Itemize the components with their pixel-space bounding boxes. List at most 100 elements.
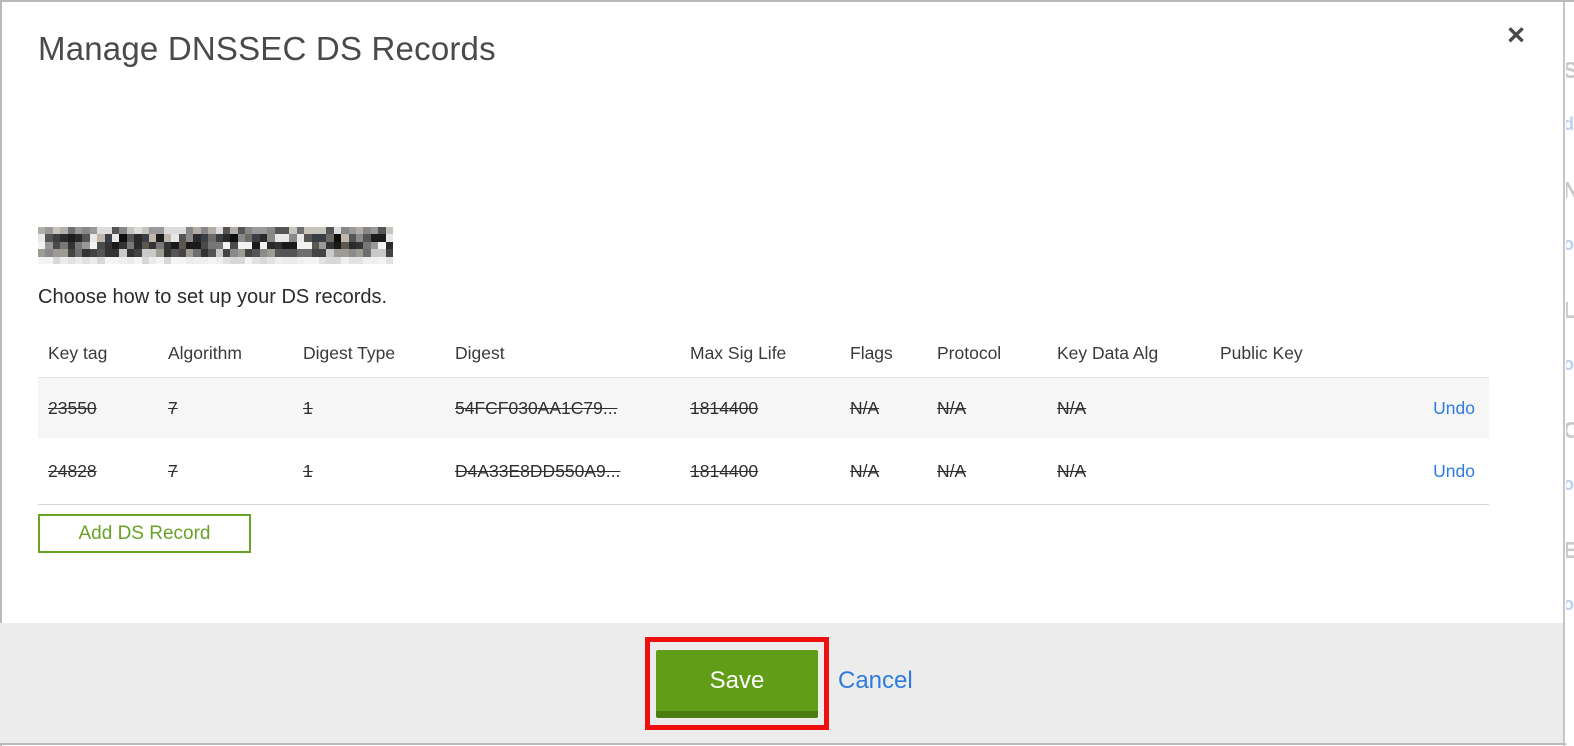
redaction-pixel: [363, 241, 371, 250]
redaction-pixel: [97, 227, 105, 235]
ds-records-table: Key tag Algorithm Digest Type Digest Max…: [38, 330, 1489, 505]
cell-key-tag: 24828: [48, 460, 97, 481]
redaction-pixel: [215, 256, 223, 264]
cell-max-sig-life: 1814400: [690, 397, 759, 418]
red-highlight-annotation: [645, 637, 829, 730]
page-border-bottom: [0, 743, 1566, 745]
redaction-pixel: [319, 241, 327, 250]
cell-flags: N/A: [850, 397, 880, 418]
redaction-pixel: [363, 227, 371, 235]
redaction-pixel: [89, 256, 98, 264]
table-row: 23550 7 1 54FCF030AA1C79... 1814400 N/A …: [38, 377, 1489, 438]
redaction-pixel: [45, 249, 53, 257]
redaction-pixel: [163, 241, 172, 250]
redaction-pixel: [171, 256, 179, 264]
cell-digest: 54FCF030AA1C79...: [455, 397, 618, 418]
redaction-pixel: [230, 241, 238, 250]
column-header-digest: Digest: [455, 343, 505, 363]
redaction-pixel: [385, 234, 393, 242]
redaction-pixel: [171, 241, 179, 250]
redaction-pixel: [326, 227, 334, 235]
redaction-pixel: [104, 249, 112, 257]
redaction-pixel: [156, 227, 164, 235]
redaction-pixel: [156, 234, 164, 242]
redaction-pixel: [52, 241, 61, 250]
cell-algorithm: 7: [168, 397, 178, 418]
undo-link[interactable]: Undo: [1433, 461, 1475, 481]
redaction-pixel: [348, 256, 357, 264]
redaction-pixel: [193, 256, 201, 264]
redaction-pixel: [208, 249, 216, 257]
redaction-pixel: [163, 227, 172, 235]
redaction-pixel: [245, 234, 253, 242]
redaction-pixel: [378, 249, 386, 257]
redaction-pixel: [363, 249, 371, 257]
redaction-pixel: [148, 249, 157, 257]
redaction-pixel: [289, 234, 297, 242]
redaction-pixel: [52, 249, 61, 257]
background-letter: o: [1566, 474, 1574, 494]
redaction-pixel: [74, 234, 83, 242]
undo-link[interactable]: Undo: [1433, 398, 1475, 418]
redaction-pixel: [208, 234, 216, 242]
redaction-pixel: [97, 249, 105, 257]
column-header-key-data-alg: Key Data Alg: [1057, 343, 1159, 363]
redaction-pixel: [222, 256, 231, 264]
background-letter: S: [1566, 57, 1574, 83]
redaction-pixel: [356, 256, 364, 264]
redaction-pixel: [82, 227, 90, 235]
redaction-pixel: [348, 227, 357, 235]
redaction-pixel: [341, 241, 349, 250]
column-header-protocol: Protocol: [937, 343, 1002, 363]
redaction-pixel: [185, 256, 194, 264]
redaction-pixel: [126, 256, 135, 264]
redaction-pixel: [230, 227, 238, 235]
redaction-pixel: [282, 241, 290, 250]
redaction-pixel: [259, 227, 268, 235]
redaction-pixel: [148, 256, 157, 264]
redaction-pixel: [148, 227, 157, 235]
redaction-pixel: [141, 227, 149, 235]
redaction-pixel: [141, 256, 149, 264]
modal-right-edge-divider: [1563, 2, 1565, 746]
column-header-flags: Flags: [850, 343, 893, 363]
cell-key-data-alg: N/A: [1057, 460, 1087, 481]
redaction-pixel: [289, 227, 297, 235]
redaction-pixel: [385, 241, 393, 250]
redaction-pixel: [67, 241, 75, 250]
column-header-algorithm: Algorithm: [168, 343, 242, 363]
table-row: 24828 7 1 D4A33E8DD550A9... 1814400 N/A …: [38, 438, 1489, 505]
redaction-pixel: [89, 227, 98, 235]
background-letter: L: [1566, 297, 1574, 323]
redaction-pixel: [208, 241, 216, 250]
redaction-pixel: [326, 249, 334, 257]
redaction-pixel: [111, 227, 120, 235]
redaction-pixel: [38, 227, 46, 235]
redaction-pixel: [296, 256, 305, 264]
redaction-pixel: [237, 256, 246, 264]
redaction-pixel: [193, 227, 201, 235]
modal-title: Manage DNSSEC DS Records: [38, 30, 496, 67]
redaction-pixel: [89, 249, 98, 257]
redaction-pixel: [245, 249, 253, 257]
redaction-pixel: [52, 234, 61, 242]
redaction-pixel: [252, 241, 260, 250]
redaction-pixel: [82, 241, 90, 250]
cancel-link[interactable]: Cancel: [838, 667, 913, 695]
redaction-pixel: [296, 227, 305, 235]
redaction-pixel: [45, 227, 53, 235]
redaction-pixel: [333, 241, 342, 250]
redaction-pixel: [74, 256, 83, 264]
redaction-pixel: [178, 256, 186, 264]
redaction-pixel: [222, 241, 231, 250]
close-icon[interactable]: ×: [1499, 18, 1533, 52]
cell-flags: N/A: [850, 460, 880, 481]
add-ds-record-button[interactable]: Add DS Record: [38, 514, 251, 553]
cell-max-sig-life: 1814400: [690, 460, 759, 481]
redaction-pixel: [363, 256, 371, 264]
redaction-pixel: [67, 234, 75, 242]
redaction-pixel: [348, 234, 357, 242]
redaction-pixel: [38, 256, 46, 264]
redaction-pixel: [296, 241, 305, 250]
redaction-pixel: [215, 227, 223, 235]
